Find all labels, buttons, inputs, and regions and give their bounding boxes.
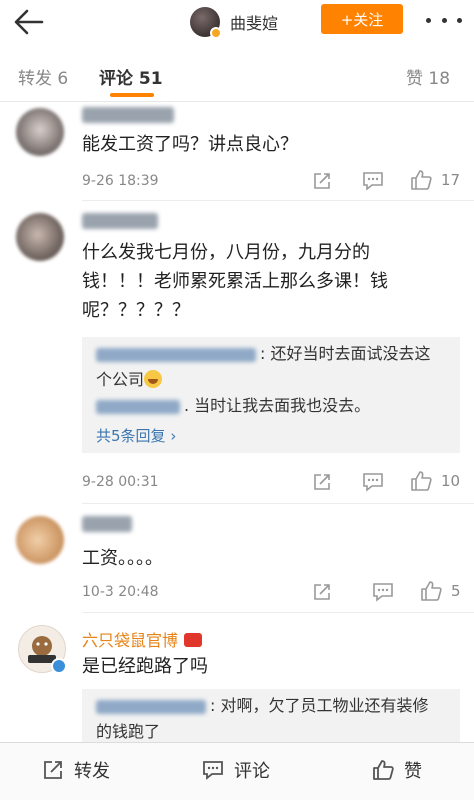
username[interactable]: 曲斐媗 — [230, 10, 278, 34]
like-count: 5 — [451, 582, 461, 600]
avatar[interactable] — [16, 516, 64, 564]
comment-time: 10-3 20:48 — [82, 584, 159, 600]
reply-preview-box[interactable]: : 对啊，欠了员工物业还有装修 的钱跑了 — [82, 689, 460, 742]
reply-author-blurred — [96, 399, 180, 414]
comment-item: 什么发我七月份，八月份，九月分的 钱！！！老师累死累活上那么多课！钱 呢？？？？… — [0, 201, 474, 503]
like-button[interactable]: 赞 — [372, 757, 422, 783]
like-button[interactable]: 17 — [410, 169, 460, 191]
comment-text: 什么发我七月份，八月份，九月分的 — [82, 242, 370, 263]
comment-time: 9-28 00:31 — [82, 474, 159, 490]
comment-text: 钱！！！老师累死累活上那么多课！钱 — [82, 271, 388, 292]
thumbs-up-icon — [421, 581, 442, 601]
reply-item[interactable]: 的钱跑了 — [96, 719, 160, 742]
reply-item[interactable]: . 当时让我去面我也没去。 — [96, 393, 370, 419]
comment-button[interactable]: 评论 — [202, 757, 270, 783]
like-button[interactable]: 10 — [410, 470, 460, 492]
more-replies-link[interactable]: 共5条回复 › — [96, 425, 176, 446]
thumbs-up-icon — [411, 170, 432, 190]
reply-item[interactable]: : 还好当时去面试没去这 — [96, 341, 430, 367]
comment-icon[interactable] — [362, 171, 384, 191]
verified-badge-icon — [210, 27, 222, 39]
comment-item: 六只袋鼠官博 是已经跑路了吗 : 对啊，欠了员工物业还有装修 的钱跑了 — [0, 613, 474, 742]
reply-author-blurred — [96, 347, 256, 362]
commenter-name-blurred[interactable] — [82, 213, 158, 229]
arrow-left-icon[interactable] — [12, 5, 46, 39]
share-icon[interactable] — [312, 582, 332, 602]
like-count: 17 — [441, 171, 461, 189]
share-icon — [44, 761, 62, 779]
verified-badge-icon — [51, 658, 67, 674]
reply-preview-box[interactable]: : 还好当时去面试没去这 个公司 . 当时让我去面我也没去。 共5条回复 › — [82, 337, 460, 453]
comment-icon[interactable] — [372, 582, 394, 602]
chevron-right-icon: › — [170, 427, 177, 445]
comment-time: 9-26 18:39 — [82, 173, 159, 189]
comment-item: 能发工资了吗？讲点良心？ 9-26 18:39 17 — [0, 103, 474, 200]
commenter-name-blurred[interactable] — [82, 107, 174, 123]
tab-bar: 转发 6 评论 51 赞 18 — [0, 44, 474, 102]
repost-button[interactable]: 转发 — [42, 757, 110, 783]
profile-header[interactable]: 曲斐媗 — [190, 5, 278, 39]
thumbs-up-icon — [373, 760, 394, 780]
top-nav-bar: 曲斐媗 +关注 — [0, 0, 474, 44]
avatar[interactable] — [16, 213, 64, 261]
comment-icon[interactable] — [362, 472, 384, 492]
comment-text: 呢？？？？？ — [82, 300, 190, 321]
commenter-name[interactable]: 六只袋鼠官博 — [82, 627, 203, 651]
tab-repost[interactable]: 转发 6 — [18, 64, 68, 89]
avatar[interactable] — [16, 108, 64, 156]
reply-author-blurred — [96, 699, 206, 714]
reply-item[interactable]: : 对啊，欠了员工物业还有装修 — [96, 693, 428, 719]
more-options-icon[interactable] — [426, 10, 462, 30]
comment-text: 能发工资了吗？讲点良心？ — [82, 134, 298, 155]
comment-text: 工资。。。。 — [82, 548, 163, 569]
thumbs-up-icon — [411, 471, 432, 491]
comment-icon — [203, 761, 223, 780]
commenter-name-blurred[interactable] — [82, 516, 132, 532]
share-icon[interactable] — [312, 472, 332, 492]
avatar[interactable] — [190, 7, 222, 39]
tab-likes[interactable]: 赞 18 — [406, 64, 450, 89]
comment-item: 工资。。。。 10-3 20:48 5 — [0, 504, 474, 612]
laughing-emoji-icon — [144, 370, 163, 388]
follow-button[interactable]: +关注 — [321, 4, 403, 34]
avatar[interactable] — [18, 625, 67, 674]
comment-text: 是已经跑路了吗 — [82, 656, 208, 677]
active-tab-indicator — [110, 93, 154, 97]
like-button[interactable]: 5 — [420, 580, 461, 602]
share-icon[interactable] — [312, 171, 332, 191]
like-count: 10 — [441, 472, 461, 490]
tab-comments[interactable]: 评论 51 — [99, 64, 163, 89]
bottom-action-bar: 转发 评论 赞 — [0, 742, 474, 800]
vip-crown-icon — [184, 633, 203, 647]
reply-item[interactable]: 个公司 — [96, 367, 163, 393]
